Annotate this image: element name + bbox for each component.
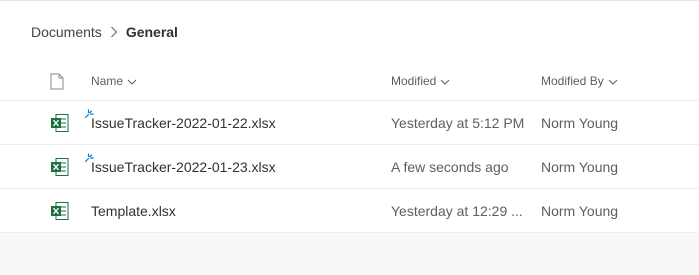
file-row[interactable]: IssueTracker-2022-01-23.xlsx A few secon… — [0, 145, 699, 189]
chevron-down-icon — [440, 74, 450, 88]
column-header-modified-by[interactable]: Modified By — [541, 61, 618, 101]
chevron-down-icon — [127, 74, 137, 88]
breadcrumb: Documents General — [31, 22, 178, 42]
file-type-column-header[interactable] — [50, 61, 64, 101]
breadcrumb-general: General — [125, 24, 178, 40]
file-modified: Yesterday at 12:29 ... — [391, 203, 523, 219]
column-header-modified[interactable]: Modified — [391, 61, 450, 101]
document-icon — [50, 73, 64, 89]
excel-file-icon — [50, 101, 74, 145]
column-header-modified-by-label: Modified By — [541, 74, 604, 88]
file-modified: Yesterday at 5:12 PM — [391, 115, 525, 131]
excel-file-icon — [50, 145, 74, 189]
file-row[interactable]: IssueTracker-2022-01-22.xlsx Yesterday a… — [0, 101, 699, 145]
file-name-link[interactable]: IssueTracker-2022-01-23.xlsx — [91, 145, 276, 189]
file-modified-by[interactable]: Norm Young — [541, 145, 618, 189]
file-modified: A few seconds ago — [391, 159, 509, 175]
file-row[interactable]: Template.xlsx Yesterday at 12:29 ... Nor… — [0, 189, 699, 233]
chevron-down-icon — [608, 74, 618, 88]
breadcrumb-documents[interactable]: Documents — [31, 24, 102, 40]
column-header-modified-label: Modified — [391, 74, 437, 88]
document-library: Documents General Name Modified Modified — [0, 0, 699, 233]
chevron-right-icon — [102, 26, 126, 38]
column-header-name[interactable]: Name — [91, 61, 137, 101]
file-name-link[interactable]: Template.xlsx — [91, 189, 176, 233]
file-modified-by[interactable]: Norm Young — [541, 101, 618, 145]
excel-file-icon — [50, 189, 74, 233]
file-name-link[interactable]: IssueTracker-2022-01-22.xlsx — [91, 101, 276, 145]
file-modified-by[interactable]: Norm Young — [541, 189, 618, 233]
column-header-row: Name Modified Modified By — [0, 61, 699, 101]
column-header-name-label: Name — [91, 74, 124, 88]
